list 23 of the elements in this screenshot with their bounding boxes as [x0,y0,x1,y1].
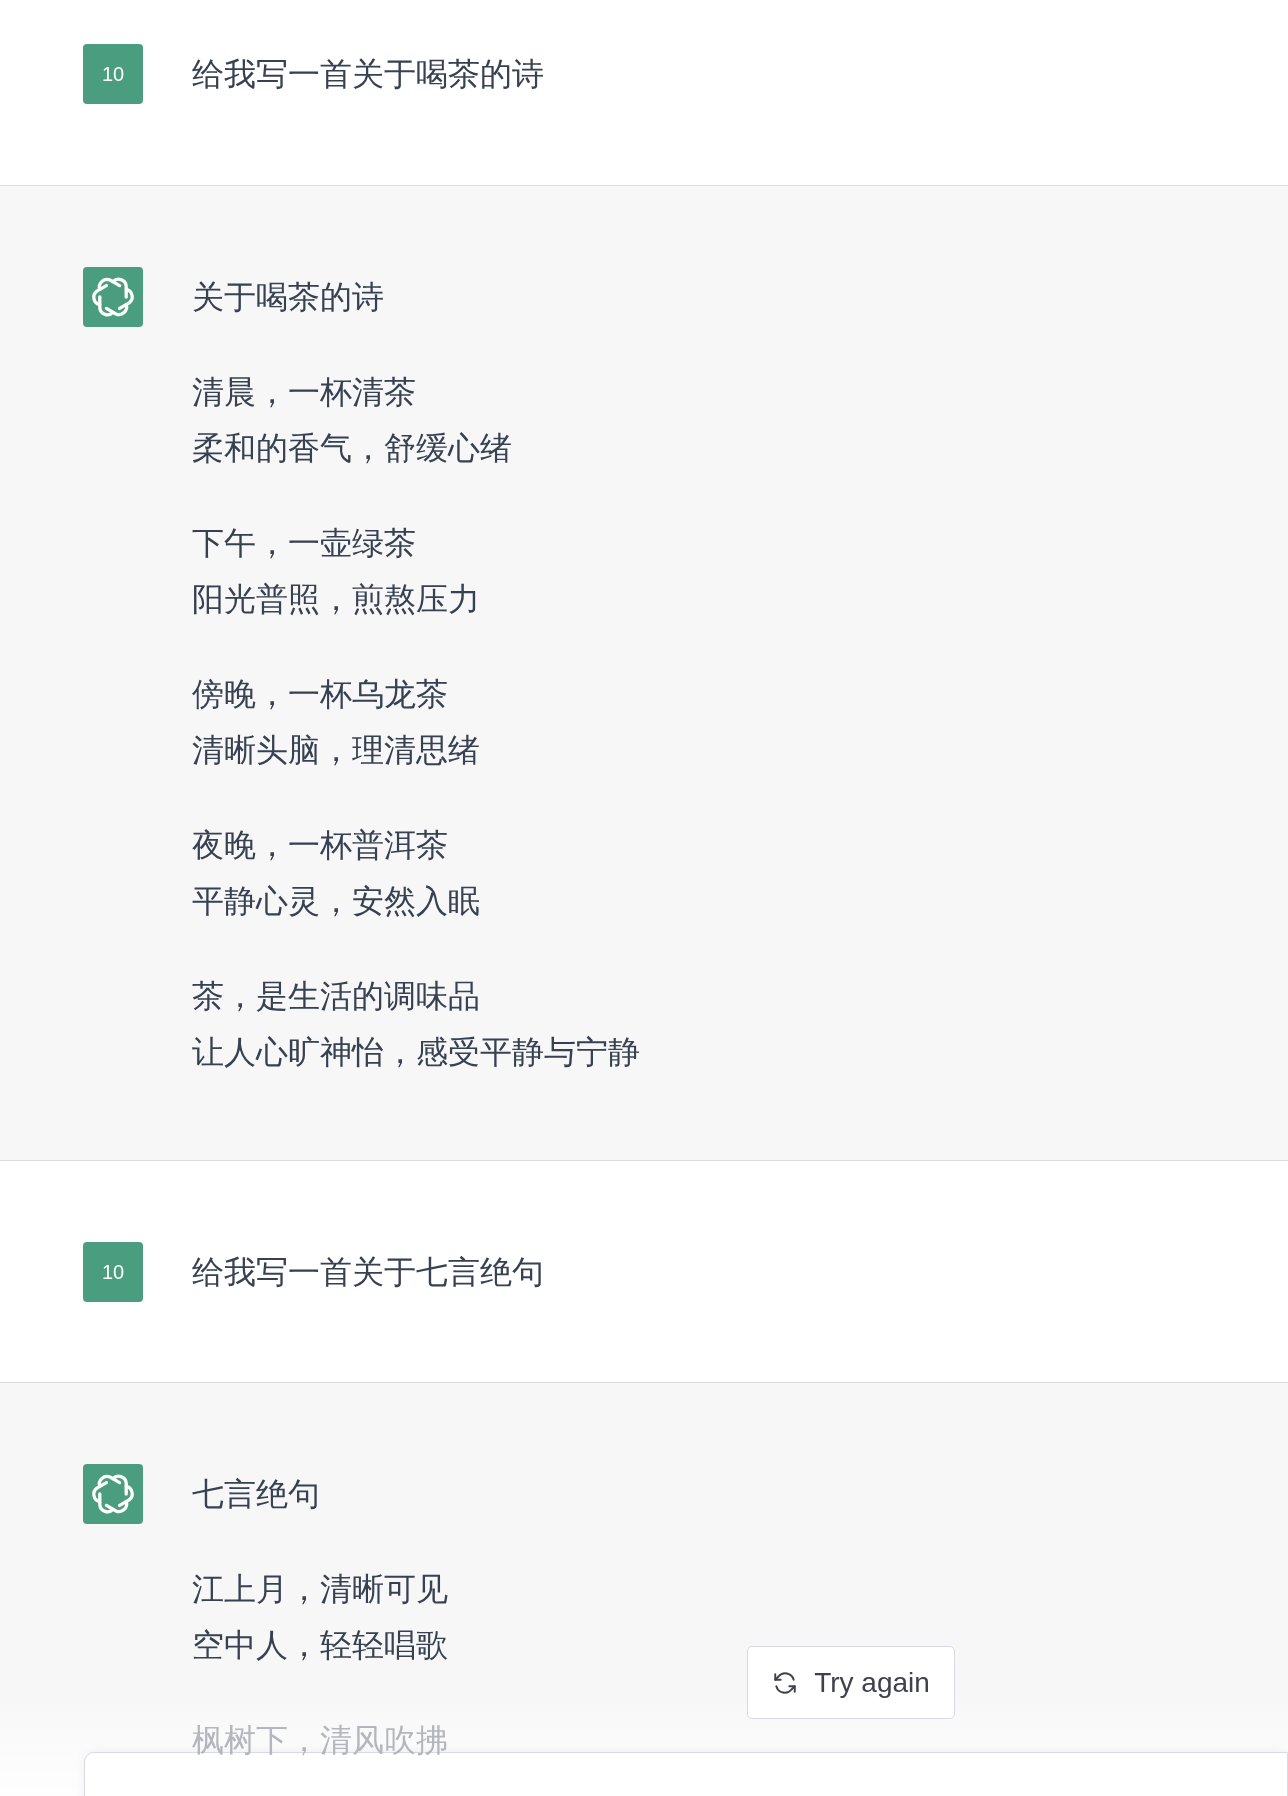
poem-line: 江上月，清晰可见 [192,1570,448,1609]
poem-title: 关于喝茶的诗 [192,278,385,317]
poem-line: 柔和的香气，舒缓心绪 [192,429,513,468]
poem-line: 下午，一壶绿茶 [192,524,417,563]
poem-line: 枫树下，清风吹拂 [192,1721,448,1760]
refresh-icon [772,1669,799,1696]
poem-line: 傍晚，一杯乌龙茶 [192,675,449,714]
user-avatar: 10 [83,1242,143,1302]
poem-line: 平静心灵，安然入眠 [192,882,481,921]
knot-icon [91,1472,135,1516]
user-avatar: 10 [83,44,143,104]
poem-line: 阳光普照，煎熬压力 [192,580,481,619]
knot-icon [91,275,135,319]
poem-line: 清晰头脑，理清思绪 [192,731,481,770]
poem-line: 清晨，一杯清茶 [192,373,417,412]
poem-title: 七言绝句 [192,1475,321,1514]
poem-line: 空中人，轻轻唱歌 [192,1626,448,1665]
message-text: 给我写一首关于喝茶的诗 [192,55,544,94]
poem-line: 茶，是生活的调味品 [192,977,481,1016]
poem-line: 让人心旷神怡，感受平静与宁静 [192,1033,640,1072]
message-text: 给我写一首关于七言绝句 [192,1253,544,1292]
try-again-button[interactable]: Try again [747,1646,955,1719]
poem-line: 夜晚，一杯普洱茶 [192,826,449,865]
